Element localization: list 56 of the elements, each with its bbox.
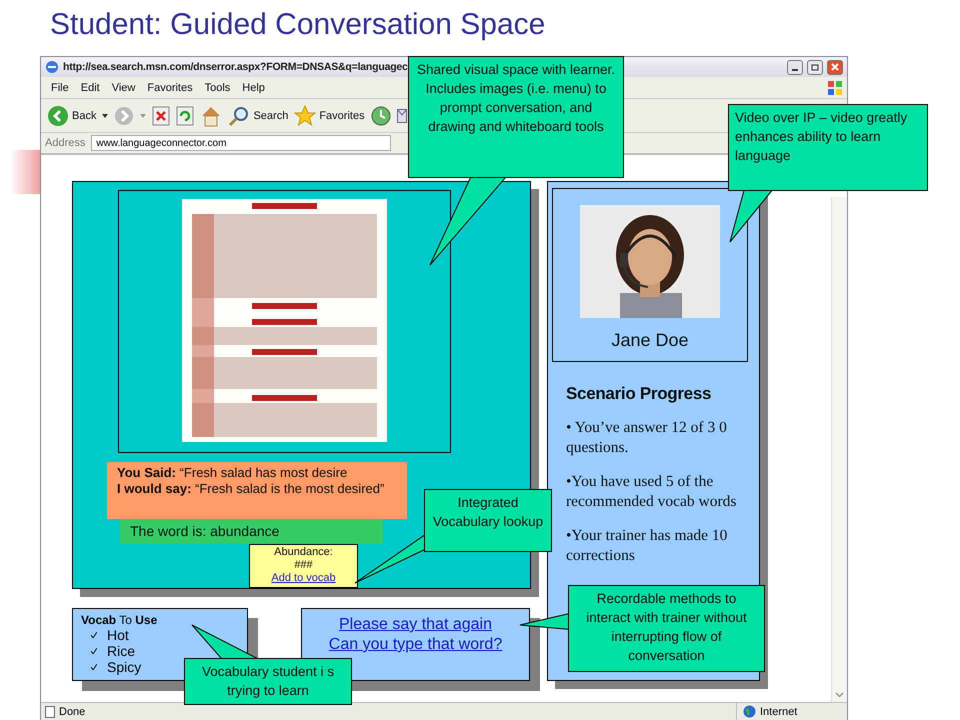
- windows-logo-icon: [827, 80, 843, 96]
- check-icon: [91, 648, 97, 654]
- search-icon: [228, 104, 250, 126]
- trainer-name: Jane Doe: [611, 330, 689, 351]
- stop-icon: [152, 106, 170, 126]
- definition-text: ###: [294, 558, 313, 572]
- forward-icon: [114, 106, 134, 126]
- callout: Recordable methods to interact with trainer without interrupting flow of conversation: [568, 585, 765, 672]
- vocab-item: Rice: [107, 643, 136, 659]
- caret-icon: [140, 114, 146, 118]
- caret-icon: [102, 114, 108, 118]
- vocab-title: Vocab To Use: [81, 613, 158, 627]
- menu-item[interactable]: Tools: [198, 82, 236, 94]
- close-icon: [831, 63, 839, 71]
- word-hint: The word is: abundance: [120, 518, 383, 544]
- home-icon: [200, 104, 222, 126]
- menu-item[interactable]: File: [45, 82, 75, 94]
- zone-text: Internet: [760, 706, 798, 718]
- check-icon: [91, 632, 97, 638]
- feedback-line: I would say: “Fresh salad is the most desired”: [117, 480, 386, 497]
- lookup-word: Abundance:: [274, 546, 333, 559]
- progress-item: •You have used 5 of the recommended vocab words: [566, 472, 738, 512]
- menu-item[interactable]: Favorites: [141, 82, 199, 94]
- back-button[interactable]: Back: [47, 104, 96, 126]
- phrase-link[interactable]: Please say that again: [339, 615, 492, 635]
- progress-item: •Your trainer has made 10 corrections: [566, 526, 728, 566]
- restore-icon: [811, 63, 819, 71]
- feedback-line: You Said: “Fresh salad has most desire: [117, 464, 348, 481]
- close-button[interactable]: [827, 60, 843, 74]
- refresh-icon: [176, 106, 194, 126]
- check-icon: [91, 664, 97, 670]
- favorites-button[interactable]: Favorites: [294, 104, 365, 126]
- menu-item[interactable]: Edit: [74, 82, 106, 94]
- scrollbar[interactable]: [831, 197, 847, 702]
- history-icon: [370, 106, 391, 126]
- phrase-link[interactable]: Can you type that word?: [328, 635, 502, 655]
- progress-title: Scenario Progress: [566, 384, 712, 404]
- mail-icon: [396, 108, 407, 122]
- window-title: http://sea.search.msn.com/dnserror.aspx?FORM=DNSAS&q=languagec: [63, 61, 408, 73]
- star-icon: [294, 104, 316, 126]
- vocab-item: Spicy: [107, 659, 142, 675]
- page-icon: [45, 706, 55, 718]
- search-button[interactable]: Search: [228, 104, 288, 126]
- menu-item[interactable]: Help: [236, 82, 271, 94]
- callout: Integrated Vocabulary lookup: [424, 489, 552, 552]
- minimize-button[interactable]: [787, 60, 803, 74]
- add-to-vocab-link[interactable]: Add to vocab: [271, 572, 336, 585]
- vocab-item: Hot: [107, 627, 129, 643]
- accent-bar: [10, 150, 40, 194]
- status-text: Done: [59, 706, 86, 718]
- address-field[interactable]: www.languageconnector.com: [91, 135, 392, 151]
- menu-item[interactable]: View: [106, 82, 142, 94]
- slide-title: Student: Guided Conversation Space: [49, 7, 546, 43]
- progress-item: • You’ve answer 12 of 3 0 questions.: [566, 418, 728, 458]
- restore-button[interactable]: [807, 60, 823, 74]
- address-label: Address: [45, 137, 86, 149]
